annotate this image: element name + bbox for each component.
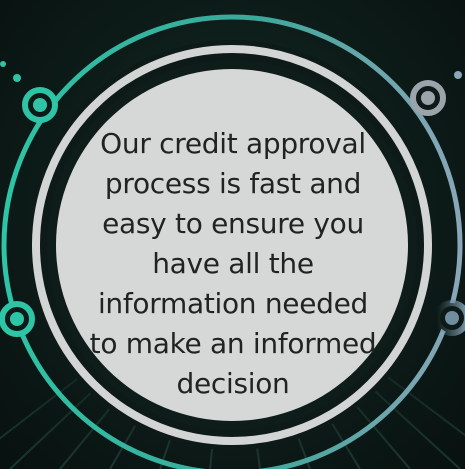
node-right-icon — [434, 300, 465, 336]
node-top-left-icon — [22, 87, 58, 123]
node-left-icon — [0, 301, 35, 337]
node-top-right-icon — [410, 80, 446, 116]
message-text: Our credit approval process is fast and … — [89, 127, 377, 400]
graphic-canvas: Our credit approval process is fast and … — [0, 0, 465, 469]
